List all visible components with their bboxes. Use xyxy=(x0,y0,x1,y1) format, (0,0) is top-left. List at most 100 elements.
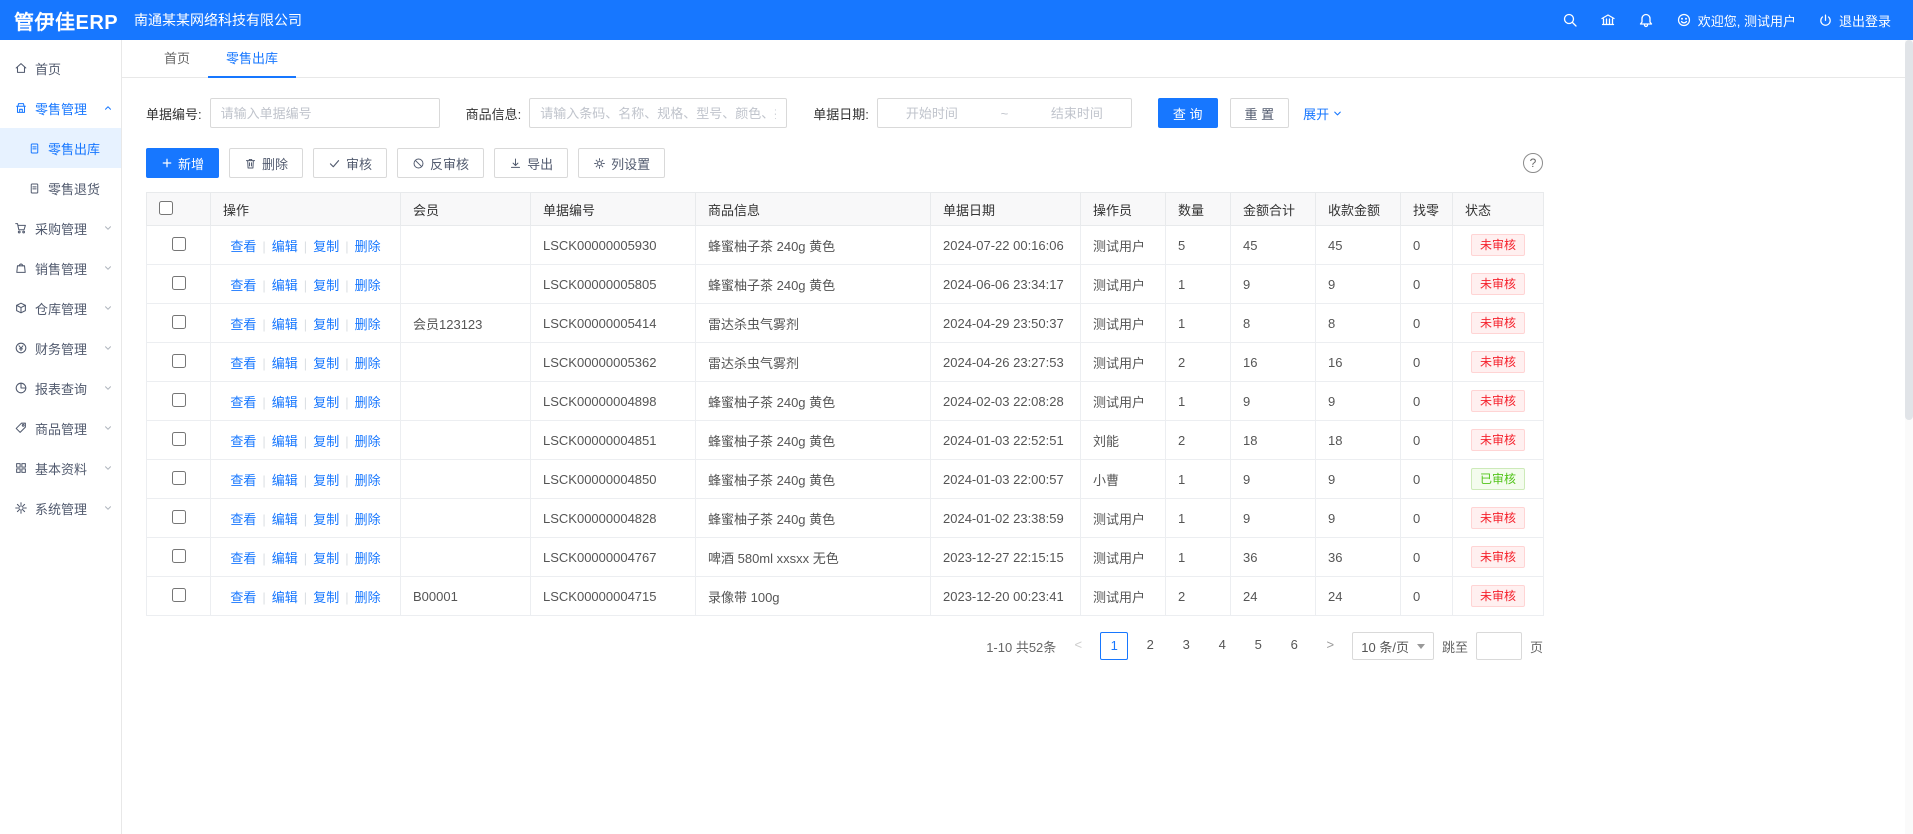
page-button-6[interactable]: 6 xyxy=(1280,632,1308,660)
sidebar-item-purchase[interactable]: 采购管理 xyxy=(0,208,121,248)
user-welcome[interactable]: 欢迎您, 测试用户 xyxy=(1676,11,1796,30)
copy-link[interactable]: 复制 xyxy=(313,395,339,410)
edit-link[interactable]: 编辑 xyxy=(272,239,298,254)
copy-link[interactable]: 复制 xyxy=(313,512,339,527)
chevron-down-icon xyxy=(103,423,113,433)
logout-button[interactable]: 退出登录 xyxy=(1818,11,1891,30)
copy-link[interactable]: 复制 xyxy=(313,551,339,566)
sidebar-item-retail-outbound[interactable]: 零售出库 xyxy=(0,128,121,168)
edit-link[interactable]: 编辑 xyxy=(272,473,298,488)
view-link[interactable]: 查看 xyxy=(230,278,256,293)
next-page-button[interactable]: > xyxy=(1316,632,1344,660)
row-checkbox[interactable] xyxy=(172,315,186,329)
sidebar-item-retail[interactable]: 零售管理 xyxy=(0,88,121,128)
copy-link[interactable]: 复制 xyxy=(313,590,339,605)
expand-link[interactable]: 展开 xyxy=(1303,104,1343,123)
edit-link[interactable]: 编辑 xyxy=(272,278,298,293)
row-checkbox[interactable] xyxy=(172,510,186,524)
search-icon[interactable] xyxy=(1562,12,1578,28)
view-link[interactable]: 查看 xyxy=(230,590,256,605)
sidebar-item-retail-return[interactable]: 零售退货 xyxy=(0,168,121,208)
delete-link[interactable]: 删除 xyxy=(355,395,381,410)
sidebar-item-products[interactable]: 商品管理 xyxy=(0,408,121,448)
reset-button[interactable]: 重 置 xyxy=(1230,98,1290,128)
view-link[interactable]: 查看 xyxy=(230,239,256,254)
delete-link[interactable]: 删除 xyxy=(355,317,381,332)
row-checkbox[interactable] xyxy=(172,432,186,446)
scrollbar-thumb[interactable] xyxy=(1905,40,1913,420)
page-button-5[interactable]: 5 xyxy=(1244,632,1272,660)
edit-link[interactable]: 编辑 xyxy=(272,590,298,605)
sidebar-item-warehouse[interactable]: 仓库管理 xyxy=(0,288,121,328)
delete-link[interactable]: 删除 xyxy=(355,278,381,293)
row-checkbox[interactable] xyxy=(172,237,186,251)
prev-page-button[interactable]: < xyxy=(1064,632,1092,660)
view-link[interactable]: 查看 xyxy=(230,551,256,566)
bill-no-input[interactable] xyxy=(210,98,440,128)
product-input[interactable] xyxy=(529,98,787,128)
edit-link[interactable]: 编辑 xyxy=(272,551,298,566)
export-button[interactable]: 导出 xyxy=(494,148,568,178)
page-button-2[interactable]: 2 xyxy=(1136,632,1164,660)
delete-button[interactable]: 删除 xyxy=(229,148,303,178)
search-button[interactable]: 查 询 xyxy=(1158,98,1218,128)
row-checkbox[interactable] xyxy=(172,471,186,485)
row-checkbox[interactable] xyxy=(172,393,186,407)
sidebar-item-sales[interactable]: 销售管理 xyxy=(0,248,121,288)
copy-link[interactable]: 复制 xyxy=(313,239,339,254)
page-button-3[interactable]: 3 xyxy=(1172,632,1200,660)
delete-link[interactable]: 删除 xyxy=(355,512,381,527)
row-checkbox[interactable] xyxy=(172,276,186,290)
bill-no-cell: LSCK00000004851 xyxy=(531,421,696,460)
view-link[interactable]: 查看 xyxy=(230,356,256,371)
jump-page-input[interactable] xyxy=(1476,632,1522,660)
page-button-4[interactable]: 4 xyxy=(1208,632,1236,660)
view-link[interactable]: 查看 xyxy=(230,434,256,449)
delete-link[interactable]: 删除 xyxy=(355,239,381,254)
edit-link[interactable]: 编辑 xyxy=(272,395,298,410)
row-checkbox[interactable] xyxy=(172,588,186,602)
audit-button[interactable]: 审核 xyxy=(313,148,387,178)
delete-link[interactable]: 删除 xyxy=(355,551,381,566)
row-checkbox[interactable] xyxy=(172,549,186,563)
bell-icon[interactable] xyxy=(1638,12,1654,28)
edit-link[interactable]: 编辑 xyxy=(272,317,298,332)
sidebar-item-reports[interactable]: 报表查询 xyxy=(0,368,121,408)
edit-link[interactable]: 编辑 xyxy=(272,512,298,527)
sidebar-item-system[interactable]: 系统管理 xyxy=(0,488,121,528)
page-size-select[interactable]: 10 条/页 xyxy=(1352,632,1434,660)
sidebar-item-finance[interactable]: 财务管理 xyxy=(0,328,121,368)
copy-link[interactable]: 复制 xyxy=(313,356,339,371)
tab-home[interactable]: 首页 xyxy=(146,40,208,77)
copy-link[interactable]: 复制 xyxy=(313,278,339,293)
copy-link[interactable]: 复制 xyxy=(313,434,339,449)
tab-retail-outbound[interactable]: 零售出库 xyxy=(208,40,296,77)
view-link[interactable]: 查看 xyxy=(230,317,256,332)
help-icon[interactable]: ? xyxy=(1523,153,1543,173)
add-button[interactable]: 新增 xyxy=(146,148,219,178)
copy-link[interactable]: 复制 xyxy=(313,473,339,488)
bank-icon[interactable] xyxy=(1600,12,1616,28)
select-all-checkbox[interactable] xyxy=(159,201,173,215)
sidebar-item-basic-data[interactable]: 基本资料 xyxy=(0,448,121,488)
view-link[interactable]: 查看 xyxy=(230,473,256,488)
row-checkbox[interactable] xyxy=(172,354,186,368)
unaudit-button[interactable]: 反审核 xyxy=(397,148,484,178)
view-link[interactable]: 查看 xyxy=(230,395,256,410)
page-button-1[interactable]: 1 xyxy=(1100,632,1128,660)
edit-link[interactable]: 编辑 xyxy=(272,434,298,449)
delete-link[interactable]: 删除 xyxy=(355,473,381,488)
vertical-scrollbar[interactable] xyxy=(1905,40,1913,834)
date-end-input[interactable] xyxy=(1029,100,1125,126)
column-settings-button[interactable]: 列设置 xyxy=(578,148,665,178)
date-start-input[interactable] xyxy=(884,100,980,126)
delete-link[interactable]: 删除 xyxy=(355,590,381,605)
copy-link[interactable]: 复制 xyxy=(313,317,339,332)
delete-link[interactable]: 删除 xyxy=(355,356,381,371)
sidebar-item-home[interactable]: 首页 xyxy=(0,48,121,88)
view-link[interactable]: 查看 xyxy=(230,512,256,527)
delete-link[interactable]: 删除 xyxy=(355,434,381,449)
table-header-row: 操作 会员 单据编号 商品信息 单据日期 操作员 数量 金额合计 收款金额 找零… xyxy=(147,193,1544,226)
edit-link[interactable]: 编辑 xyxy=(272,356,298,371)
date-range-picker[interactable]: ~ xyxy=(877,98,1132,128)
